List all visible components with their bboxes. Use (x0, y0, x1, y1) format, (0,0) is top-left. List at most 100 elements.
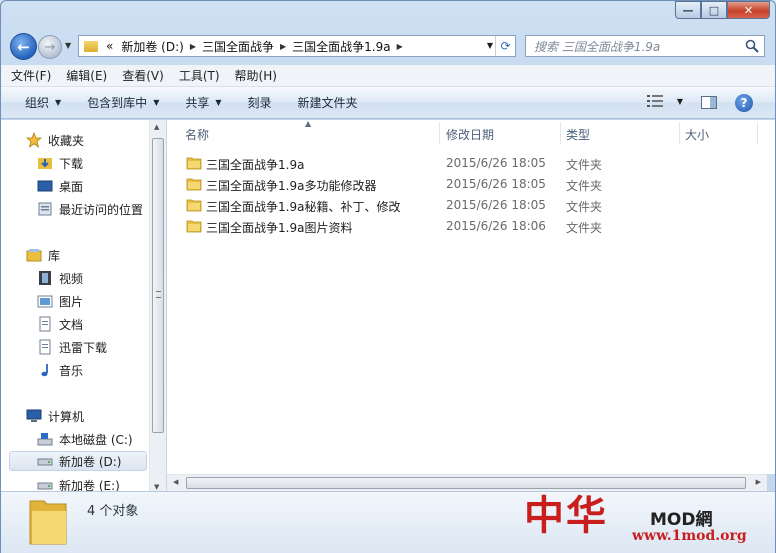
arrow-left-icon: ← (17, 37, 30, 56)
file-name: 三国全面战争1.9a图片资料 (206, 221, 353, 235)
column-name[interactable]: 名称 (185, 126, 209, 143)
file-name: 三国全面战争1.9a (206, 158, 305, 172)
column-modified[interactable]: 修改日期 (446, 126, 494, 143)
file-type: 文件夹 (566, 179, 603, 193)
burn-button[interactable]: 刻录 (248, 94, 272, 111)
column-size[interactable]: 大小 (685, 126, 709, 143)
breadcrumb: « 新加卷 (D:) ▶ 三国全面战争 ▶ 三国全面战争1.9a ▶ (98, 38, 409, 55)
minimize-button[interactable]: — (675, 1, 701, 19)
refresh-button[interactable]: ⟳ (495, 36, 515, 56)
music-icon (37, 362, 53, 378)
table-row[interactable]: 三国全面战争1.9a秘籍、补丁、修改 2015/6/26 18:05 文件夹 (167, 195, 775, 216)
nav-libraries-label: 库 (48, 248, 61, 263)
nav-recent-places[interactable]: 最近访问的位置 (37, 199, 143, 219)
table-row[interactable]: 三国全面战争1.9a多功能修改器 2015/6/26 18:05 文件夹 (167, 174, 775, 195)
view-details-icon (646, 95, 663, 107)
nav-scrollbar[interactable]: ▲ ▼ (149, 120, 166, 494)
new-folder-button[interactable]: 新建文件夹 (298, 94, 358, 111)
help-button[interactable]: ? (735, 94, 753, 112)
watermark-url: www.1mod.org (632, 528, 747, 544)
address-bar[interactable]: « 新加卷 (D:) ▶ 三国全面战争 ▶ 三国全面战争1.9a ▶ ▼ ⟳ (78, 35, 516, 57)
preview-pane-button[interactable] (701, 96, 717, 109)
scroll-down-icon[interactable]: ▼ (154, 483, 159, 491)
forward-button[interactable]: → (38, 35, 62, 59)
nav-drive-d-label: 新加卷 (D:) (59, 454, 122, 469)
video-icon (37, 270, 53, 286)
system-drive-icon (37, 431, 53, 447)
folder-icon (29, 500, 67, 545)
chevron-right-icon[interactable]: ▶ (190, 42, 196, 51)
nav-computer[interactable]: 计算机 (26, 406, 84, 426)
nav-music[interactable]: 音乐 (37, 360, 83, 380)
nav-drive-c[interactable]: 本地磁盘 (C:) (37, 429, 133, 449)
document-icon (37, 339, 53, 355)
column-divider[interactable] (679, 122, 680, 144)
computer-icon (26, 408, 42, 424)
organize-button[interactable]: 组织 ▼ (25, 94, 61, 111)
watermark-brand: 中华 (524, 492, 608, 539)
nav-thunder-downloads-label: 迅雷下载 (59, 340, 108, 355)
document-icon (37, 316, 53, 332)
site-watermark: 中华 MOD網 www.1mod.org (520, 487, 770, 549)
menu-file[interactable]: 文件(F) (11, 67, 51, 84)
table-row[interactable]: 三国全面战争1.9a 2015/6/26 18:05 文件夹 (167, 153, 775, 174)
nav-documents[interactable]: 文档 (37, 314, 83, 334)
file-type: 文件夹 (566, 200, 603, 214)
nav-videos[interactable]: 视频 (37, 268, 83, 288)
column-type[interactable]: 类型 (566, 126, 590, 143)
breadcrumb-drive[interactable]: 新加卷 (D:) (121, 38, 183, 55)
change-view-button[interactable]: ▼ (646, 95, 683, 107)
nav-thunder-downloads[interactable]: 迅雷下载 (37, 337, 107, 357)
chevron-right-icon[interactable]: ▶ (397, 42, 403, 51)
command-bar: 组织 ▼ 包含到库中 ▼ 共享 ▼ 刻录 新建文件夹 ▼ ? (1, 87, 775, 119)
library-icon (26, 247, 42, 263)
file-modified: 2015/6/26 18:06 (446, 219, 546, 233)
file-modified: 2015/6/26 18:05 (446, 156, 546, 170)
file-type: 文件夹 (566, 221, 603, 235)
nav-desktop[interactable]: 桌面 (37, 176, 83, 196)
share-button[interactable]: 共享 ▼ (185, 94, 221, 111)
table-row[interactable]: 三国全面战争1.9a图片资料 2015/6/26 18:06 文件夹 (167, 216, 775, 237)
drive-icon (37, 453, 53, 469)
breadcrumb-current[interactable]: 三国全面战争1.9a (292, 38, 390, 55)
address-dropdown[interactable]: ▼ (487, 41, 493, 50)
scroll-up-icon[interactable]: ▲ (154, 123, 159, 131)
file-name: 三国全面战争1.9a多功能修改器 (206, 179, 377, 193)
search-input[interactable]: 搜索 三国全面战争1.9a (525, 35, 765, 57)
menu-edit[interactable]: 编辑(E) (66, 67, 107, 84)
nav-drive-d[interactable]: 新加卷 (D:) (9, 451, 147, 471)
watermark-mod: MOD網 (650, 510, 713, 530)
desktop-icon (37, 178, 53, 194)
search-placeholder: 搜索 三国全面战争1.9a (534, 39, 661, 54)
menu-tools[interactable]: 工具(T) (179, 67, 220, 84)
maximize-button[interactable]: □ (701, 1, 727, 19)
nav-scroll-thumb[interactable] (152, 138, 164, 433)
scroll-left-icon[interactable]: ◀ (173, 478, 178, 486)
menu-help[interactable]: 帮助(H) (235, 67, 277, 84)
back-button[interactable]: ← (10, 33, 37, 60)
column-divider[interactable] (757, 122, 758, 144)
recent-pages-dropdown[interactable]: ▼ (65, 41, 71, 50)
include-library-button[interactable]: 包含到库中 ▼ (87, 94, 159, 111)
nav-libraries[interactable]: 库 (26, 245, 60, 265)
chevron-down-icon: ▼ (153, 98, 160, 107)
chevron-down-icon[interactable]: ▼ (677, 97, 683, 106)
folder-icon (84, 40, 98, 52)
breadcrumb-overflow[interactable]: « (106, 39, 113, 53)
nav-favorites[interactable]: 收藏夹 (26, 130, 84, 150)
chevron-right-icon[interactable]: ▶ (280, 42, 286, 51)
sort-ascending-icon: ▲ (305, 119, 312, 128)
scroll-right-icon[interactable]: ▶ (756, 478, 761, 486)
folder-icon (186, 220, 202, 233)
nav-downloads[interactable]: 下载 (37, 153, 83, 173)
close-button[interactable]: ✕ (727, 1, 770, 19)
search-icon[interactable] (744, 38, 760, 54)
nav-downloads-label: 下载 (59, 156, 84, 171)
nav-pictures[interactable]: 图片 (37, 291, 83, 311)
column-header: ▲ 名称 修改日期 类型 大小 (167, 119, 775, 146)
menu-view[interactable]: 查看(V) (122, 67, 164, 84)
column-divider[interactable] (560, 122, 561, 144)
download-folder-icon (37, 155, 53, 171)
column-divider[interactable] (439, 122, 440, 144)
breadcrumb-parent[interactable]: 三国全面战争 (202, 38, 274, 55)
